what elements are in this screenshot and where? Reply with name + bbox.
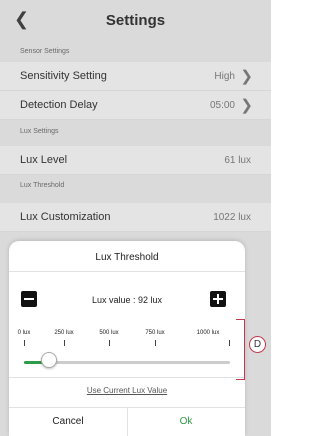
- tick-label: 750 lux: [145, 330, 165, 336]
- plus-icon-vertical: [217, 294, 219, 304]
- tick-label: 0 lux: [17, 330, 31, 336]
- tick-mark: [109, 340, 110, 346]
- callout-bracket-vertical: [244, 319, 245, 380]
- tick-label: 1000 lux: [196, 330, 220, 336]
- tick-mark: [64, 340, 65, 346]
- divider: [9, 271, 245, 272]
- tick-mark: [229, 340, 230, 346]
- tick-mark: [24, 340, 25, 346]
- lux-threshold-sheet: Lux Threshold Lux value : 92 lux Use Cur…: [9, 241, 245, 436]
- callout-label: D: [249, 336, 266, 353]
- lux-slider-thumb[interactable]: [41, 352, 57, 368]
- increase-button[interactable]: [210, 291, 226, 307]
- cancel-button[interactable]: Cancel: [9, 407, 128, 436]
- divider: [9, 377, 245, 378]
- tick-label: 250 lux: [54, 330, 74, 336]
- tick-mark: [155, 340, 156, 346]
- sheet-title: Lux Threshold: [95, 252, 159, 263]
- tick-label: 500 lux: [99, 330, 119, 336]
- use-current-lux-link[interactable]: Use Current Lux Value: [9, 386, 245, 395]
- ok-button[interactable]: Ok: [127, 407, 245, 436]
- callout-bracket-bottom: [236, 379, 245, 380]
